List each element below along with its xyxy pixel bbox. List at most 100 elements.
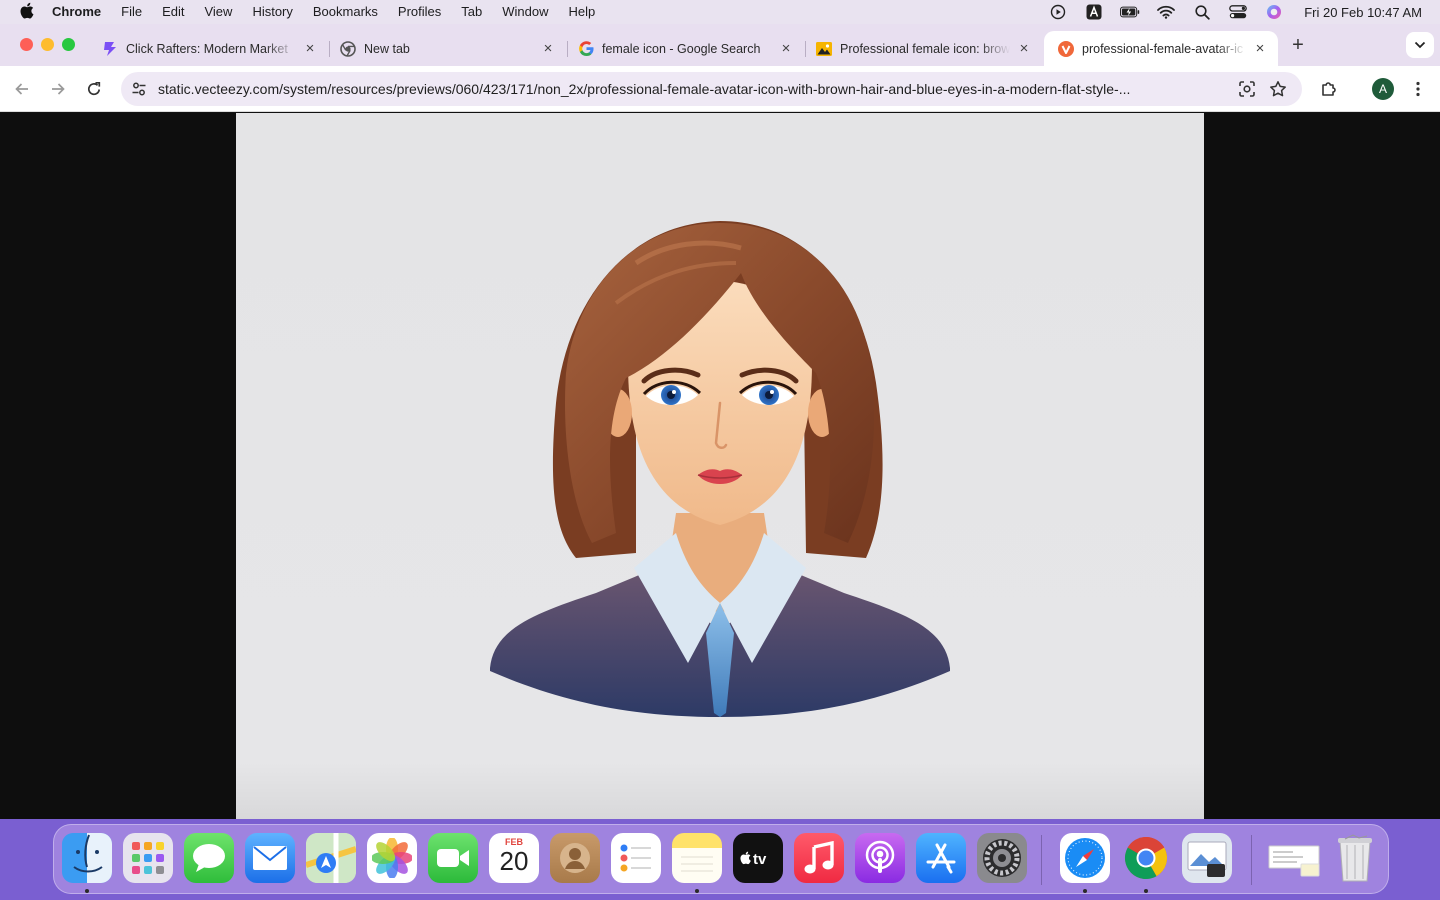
- svg-text:tv: tv: [753, 851, 767, 868]
- tab-title: Professional female icon: brow: [840, 41, 1010, 56]
- back-button[interactable]: [10, 77, 34, 101]
- apple-tv-icon: tv: [740, 851, 767, 868]
- tab-new-tab[interactable]: New tab ×: [326, 31, 566, 66]
- tab-title: professional-female-avatar-ic: [1082, 41, 1244, 56]
- reload-button[interactable]: [82, 77, 106, 101]
- dock-tv[interactable]: tv: [733, 833, 783, 883]
- puzzle-icon: [1322, 82, 1336, 96]
- professional-female-avatar-illustration: [490, 221, 950, 717]
- siri-icon[interactable]: [1264, 4, 1284, 20]
- menu-help[interactable]: Help: [559, 0, 606, 24]
- dock: FEB 20 tv: [53, 824, 1389, 894]
- dock-maps[interactable]: [306, 833, 356, 883]
- tab-professional-female-avatar[interactable]: professional-female-avatar-ic ×: [1044, 31, 1278, 66]
- dock-calendar[interactable]: FEB 20: [489, 833, 539, 883]
- chrome-window: Click Rafters: Modern Market × New tab ×…: [0, 24, 1440, 819]
- dock-preview[interactable]: [1182, 833, 1232, 883]
- menu-tab[interactable]: Tab: [451, 0, 492, 24]
- dock-reminders[interactable]: [611, 833, 661, 883]
- podcasts-icon: [865, 840, 895, 873]
- calendar-day: 20: [499, 846, 529, 876]
- new-tab-button[interactable]: +: [1287, 34, 1309, 56]
- tab-title: New tab: [364, 41, 410, 56]
- dock-finder[interactable]: [62, 833, 112, 883]
- menu-history[interactable]: History: [242, 0, 302, 24]
- clickrafters-icon: [102, 41, 118, 57]
- tab-professional-female-icon[interactable]: Professional female icon: brow ×: [802, 31, 1042, 66]
- menu-file[interactable]: File: [111, 0, 152, 24]
- menu-bookmarks[interactable]: Bookmarks: [303, 0, 388, 24]
- url-text[interactable]: static.vecteezy.com/system/resources/pre…: [158, 81, 1222, 97]
- tab-close-icon[interactable]: ×: [1252, 40, 1268, 57]
- dock-facetime[interactable]: [428, 833, 478, 883]
- menubar-clock[interactable]: Fri 20 Feb 10:47 AM: [1304, 5, 1422, 20]
- image-icon: [816, 41, 832, 57]
- window-fullscreen-button[interactable]: [62, 38, 75, 51]
- menu-view[interactable]: View: [194, 0, 242, 24]
- tab-search-button[interactable]: [1406, 32, 1434, 58]
- extensions-button[interactable]: [1317, 77, 1341, 101]
- address-bar[interactable]: static.vecteezy.com/system/resources/pre…: [121, 72, 1302, 106]
- tab-close-icon[interactable]: ×: [540, 40, 556, 57]
- window-minimize-button[interactable]: [41, 38, 54, 51]
- chrome-logo-icon: [1124, 836, 1168, 880]
- dock-chrome[interactable]: [1121, 833, 1171, 883]
- menu-window[interactable]: Window: [492, 0, 558, 24]
- dock-contacts[interactable]: [550, 833, 600, 883]
- tune-icon: [132, 82, 146, 96]
- browser-toolbar: static.vecteezy.com/system/resources/pre…: [0, 66, 1440, 112]
- dock-mail[interactable]: [245, 833, 295, 883]
- arrow-right-icon: [52, 83, 65, 95]
- launchpad-icon: [132, 842, 164, 874]
- apple-menu-icon[interactable]: [0, 2, 52, 23]
- chrome-menu-button[interactable]: [1406, 77, 1430, 101]
- tab-click-rafters[interactable]: Click Rafters: Modern Market ×: [88, 31, 328, 66]
- star-icon: [1270, 81, 1286, 97]
- forward-button[interactable]: [46, 77, 70, 101]
- downloads-stack-icon: [1268, 845, 1320, 877]
- dock-music[interactable]: [794, 833, 844, 883]
- gear-icon: [983, 839, 1021, 877]
- profile-avatar[interactable]: A: [1372, 78, 1394, 100]
- spotlight-search-icon[interactable]: [1192, 4, 1212, 20]
- dock-photos[interactable]: [367, 833, 417, 883]
- control-center-icon[interactable]: [1228, 4, 1248, 20]
- dock-podcasts[interactable]: [855, 833, 905, 883]
- app-store-icon: [926, 843, 956, 874]
- menu-edit[interactable]: Edit: [152, 0, 194, 24]
- keyboard-input-a-icon[interactable]: [1084, 4, 1104, 20]
- tab-close-icon[interactable]: ×: [1016, 40, 1032, 57]
- dock-trash[interactable]: [1330, 833, 1380, 883]
- dock-system-settings[interactable]: [977, 833, 1027, 883]
- dock-downloads-stack[interactable]: [1267, 833, 1323, 883]
- reminders-icon: [620, 844, 651, 872]
- tab-google-search[interactable]: female icon - Google Search ×: [564, 31, 804, 66]
- window-close-button[interactable]: [20, 38, 33, 51]
- dock-messages[interactable]: [184, 833, 234, 883]
- maps-icon: [306, 833, 356, 883]
- preview-icon: [1187, 841, 1227, 877]
- tab-close-icon[interactable]: ×: [778, 40, 794, 57]
- dock-launchpad[interactable]: [123, 833, 173, 883]
- dock-safari[interactable]: [1060, 833, 1110, 883]
- battery-charging-icon[interactable]: [1120, 4, 1140, 20]
- screen-record-icon[interactable]: [1048, 4, 1068, 20]
- safari-compass-icon: [1065, 838, 1105, 878]
- dock-app-store[interactable]: [916, 833, 966, 883]
- google-lens-button[interactable]: [1235, 77, 1259, 101]
- menu-chrome[interactable]: Chrome: [52, 0, 111, 24]
- running-indicator: [1083, 889, 1087, 893]
- tab-strip: Click Rafters: Modern Market × New tab ×…: [0, 24, 1440, 66]
- page-content: [0, 113, 1440, 819]
- dock-notes[interactable]: [672, 833, 722, 883]
- avatar-image[interactable]: [236, 113, 1204, 819]
- wifi-icon[interactable]: [1156, 4, 1176, 20]
- tab-title: female icon - Google Search: [602, 41, 761, 56]
- site-info-button[interactable]: [122, 72, 156, 106]
- messages-icon: [193, 844, 225, 872]
- menu-profiles[interactable]: Profiles: [388, 0, 451, 24]
- lens-icon: [1239, 81, 1255, 97]
- chevron-down-icon: [1414, 41, 1426, 49]
- tab-close-icon[interactable]: ×: [302, 40, 318, 57]
- bookmark-star-button[interactable]: [1266, 77, 1290, 101]
